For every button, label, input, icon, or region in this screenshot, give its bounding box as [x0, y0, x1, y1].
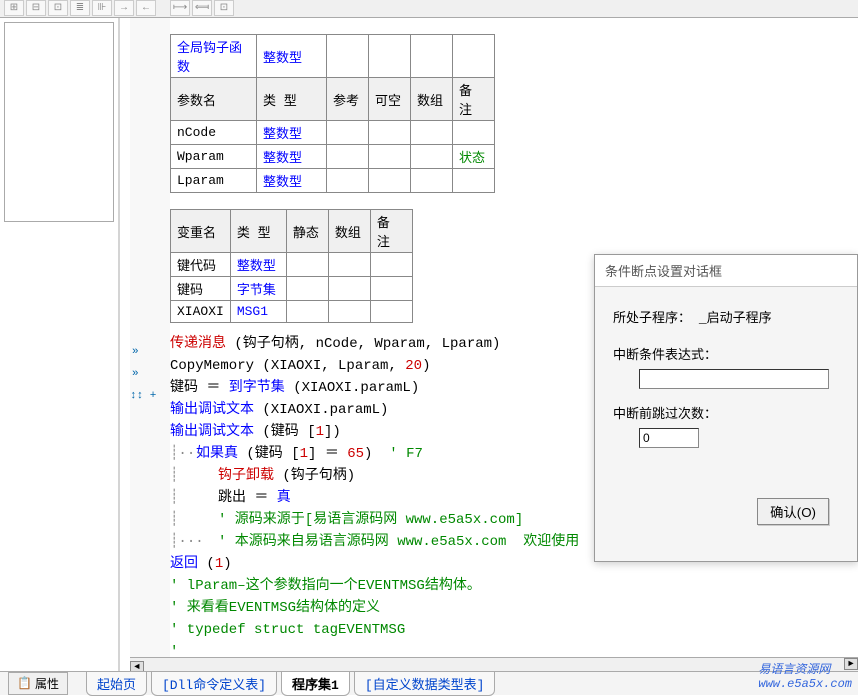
side-panel-box	[4, 22, 114, 222]
table-row: Lparam整数型	[171, 169, 495, 193]
table-row: XIAOXIMSG1	[171, 301, 413, 323]
vars-table: 变重名类 型静态数组备 注 键代码整数型 键码字节集 XIAOXIMSG1	[170, 209, 413, 323]
tab-start[interactable]: 起始页	[86, 671, 147, 696]
dialog-title: 条件断点设置对话框	[595, 255, 857, 287]
t2-col-3: 数组	[328, 210, 370, 253]
properties-icon: 📋	[17, 676, 32, 691]
tab-custom-types[interactable]: [自定义数据类型表]	[354, 671, 496, 696]
toolbar-btn-1[interactable]: ⊞	[4, 0, 24, 16]
toolbar: ⊞ ⊟ ⊡ ≣ ⊪ → ← ⟼ ⟽ ⊡	[0, 0, 858, 18]
skip-label: 中断前跳过次数：	[613, 403, 839, 422]
toolbar-btn-7[interactable]: ←	[136, 0, 156, 16]
skip-input[interactable]	[639, 428, 699, 448]
table1-head-1: 整数型	[257, 35, 327, 78]
toolbar-btn-4[interactable]: ≣	[70, 0, 90, 16]
toolbar-btn-2[interactable]: ⊟	[26, 0, 46, 16]
credit: 易语言资源网 www.e5a5x.com	[758, 660, 852, 691]
gutter: » » ↕↕ +	[130, 18, 170, 657]
gutter-marker-3: ↕↕ +	[130, 390, 156, 402]
t1-col-4: 数组	[411, 78, 453, 121]
code-line: ' 来看看EVENTMSG结构体的定义	[170, 597, 858, 619]
table-row: 键代码整数型	[171, 253, 413, 277]
code-line: '	[170, 641, 858, 657]
table1-head-0: 全局钩子函数	[171, 35, 257, 78]
table-row: nCode整数型	[171, 121, 495, 145]
t2-col-2: 静态	[286, 210, 328, 253]
t2-col-4: 备 注	[370, 210, 412, 253]
ok-button[interactable]: 确认(O)	[757, 498, 829, 525]
tab-dll[interactable]: [Dll命令定义表]	[151, 671, 277, 696]
toolbar-btn-8[interactable]: ⟼	[170, 0, 190, 16]
code-line: ' typedef struct tagEVENTMSG	[170, 619, 858, 641]
toolbar-btn-9[interactable]: ⟽	[192, 0, 212, 16]
dialog-body: 所处子程序： _启动子程序 中断条件表达式： 中断前跳过次数： 确认(O)	[595, 287, 857, 472]
t2-col-0: 变重名	[171, 210, 231, 253]
table-row: 键码字节集	[171, 277, 413, 301]
t1-col-0: 参数名	[171, 78, 257, 121]
t1-col-1: 类 型	[257, 78, 327, 121]
gutter-marker-2: »	[132, 368, 139, 380]
proc-value: _启动子程序	[699, 311, 772, 326]
tab-program[interactable]: 程序集1	[281, 671, 350, 696]
t1-col-2: 参考	[327, 78, 369, 121]
breakpoint-dialog[interactable]: 条件断点设置对话框 所处子程序： _启动子程序 中断条件表达式： 中断前跳过次数…	[594, 254, 858, 562]
cond-label: 中断条件表达式：	[613, 344, 839, 363]
properties-button[interactable]: 📋 属性	[8, 672, 68, 695]
proc-label: 所处子程序：	[613, 311, 691, 326]
code-line: ' lParam–这个参数指向一个EVENTMSG结构体。	[170, 575, 858, 597]
toolbar-btn-5[interactable]: ⊪	[92, 0, 112, 16]
t2-col-1: 类 型	[230, 210, 286, 253]
table-row: Wparam整数型状态	[171, 145, 495, 169]
gutter-marker-1: »	[132, 346, 139, 358]
toolbar-btn-10[interactable]: ⊡	[214, 0, 234, 16]
scrollbar-horizontal[interactable]: ◄ ►	[130, 657, 858, 671]
bottom-tabs: 📋 属性 起始页 [Dll命令定义表] 程序集1 [自定义数据类型表] 易语言资…	[0, 671, 858, 695]
scroll-left-icon[interactable]: ◄	[130, 661, 144, 671]
cond-input[interactable]	[639, 369, 829, 389]
toolbar-btn-6[interactable]: →	[114, 0, 134, 16]
t1-col-3: 可空	[369, 78, 411, 121]
t1-col-5: 备 注	[453, 78, 495, 121]
toolbar-btn-3[interactable]: ⊡	[48, 0, 68, 16]
params-table: 全局钩子函数整数型 参数名类 型参考可空数组备 注 nCode整数型 Wpara…	[170, 34, 495, 193]
side-panel	[0, 18, 120, 671]
